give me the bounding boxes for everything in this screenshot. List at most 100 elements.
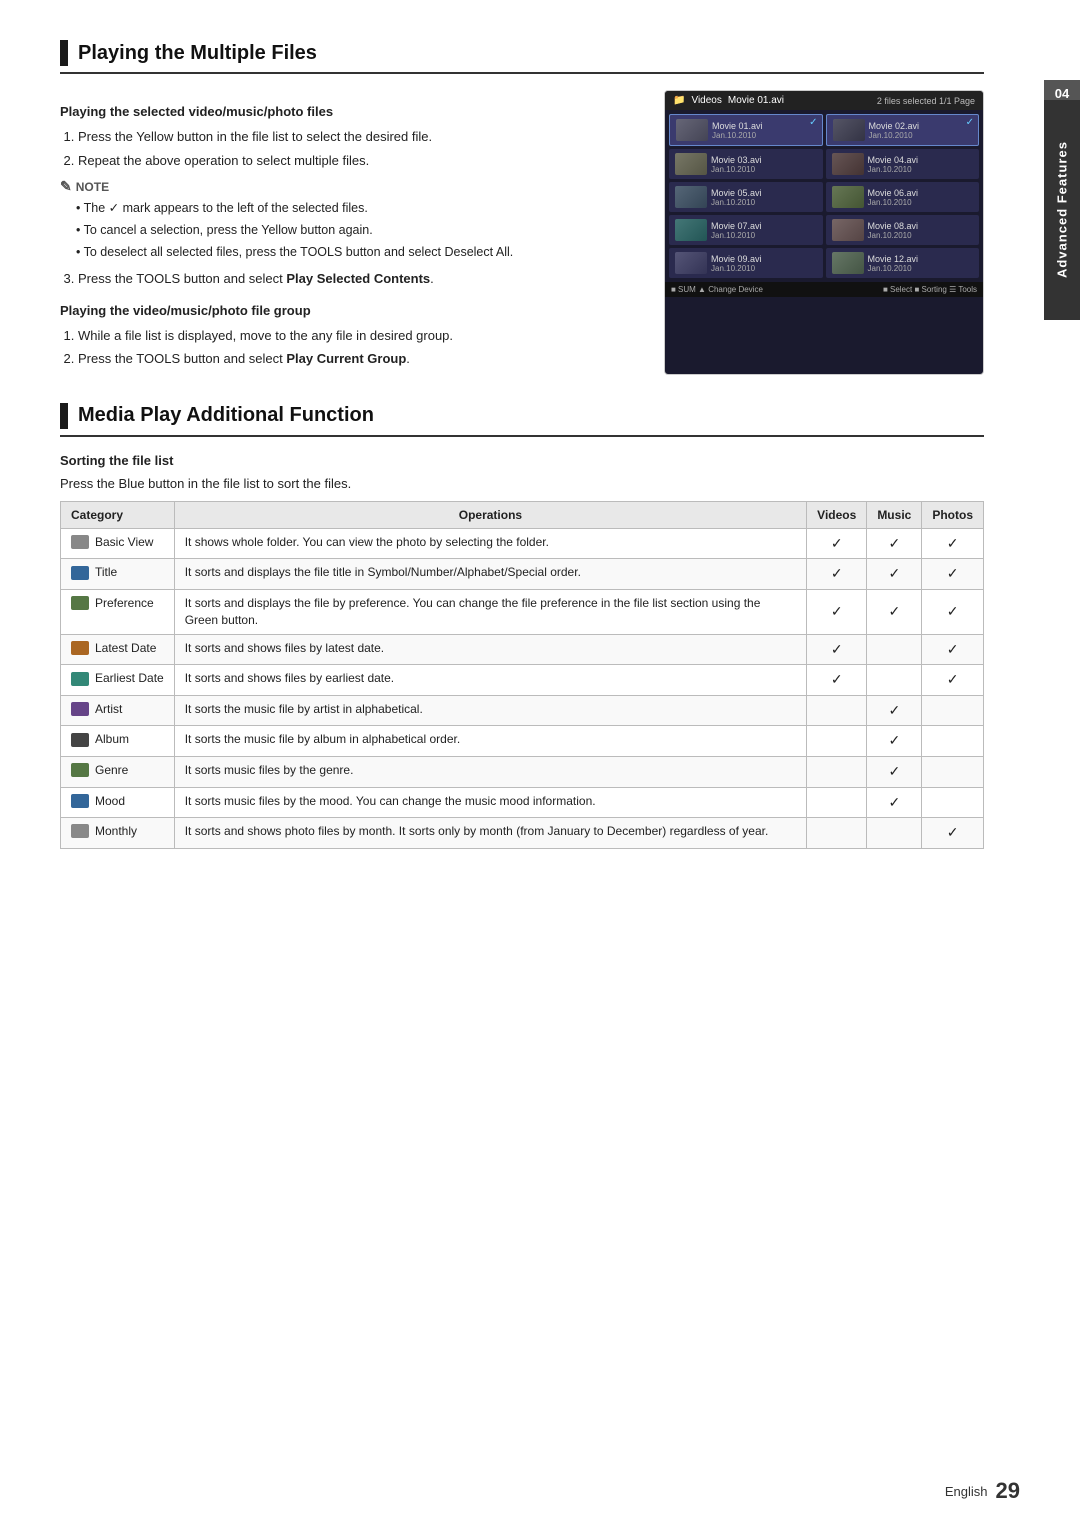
table-row: MonthlyIt sorts and shows photo files by… [61, 818, 984, 849]
panel-thumb-0 [676, 119, 708, 141]
panel-cell-info-8: Movie 09.avi Jan.10.2010 [711, 254, 817, 273]
section2-bar [60, 403, 68, 429]
section1-content: Playing the selected video/music/photo f… [60, 90, 984, 375]
section1-text: Playing the selected video/music/photo f… [60, 90, 640, 375]
photos-check-7 [922, 756, 984, 787]
operations-cell-8: It sorts music files by the mood. You ca… [174, 787, 806, 818]
note-box: ✎ NOTE The ✓ mark appears to the left of… [60, 178, 640, 261]
table-row: GenreIt sorts music files by the genre.✓ [61, 756, 984, 787]
panel-cell-9: Movie 12.avi Jan.10.2010 [826, 248, 980, 278]
section2-heading: Media Play Additional Function [60, 403, 984, 437]
page-number: 29 [996, 1478, 1020, 1504]
panel-check-1: ✓ [966, 117, 974, 128]
panel-body: Movie 01.avi Jan.10.2010 ✓ Movie 02.avi … [665, 110, 983, 282]
panel-cell-info-4: Movie 05.avi Jan.10.2010 [711, 188, 817, 207]
panel-footer-left: ■ SUM ▲ Change Device [671, 285, 763, 294]
sub2-step2: Press the TOOLS button and select Play C… [78, 349, 640, 369]
note-item-2: To cancel a selection, press the Yellow … [76, 221, 640, 240]
music-check-2: ✓ [867, 589, 922, 634]
category-cell-3: Latest Date [61, 634, 175, 665]
photos-check-1: ✓ [922, 559, 984, 590]
music-check-9 [867, 818, 922, 849]
side-tab-label: Advanced Features [1044, 100, 1080, 320]
panel-cell-info-5: Movie 06.avi Jan.10.2010 [868, 188, 974, 207]
sub1-step1: Press the Yellow button in the file list… [78, 127, 640, 147]
operations-cell-1: It sorts and displays the file title in … [174, 559, 806, 590]
panel-header-left: 📁 Videos Movie 01.avi [673, 95, 784, 106]
table-row: Basic ViewIt shows whole folder. You can… [61, 528, 984, 559]
table-row: Earliest DateIt sorts and shows files by… [61, 665, 984, 696]
operations-cell-9: It sorts and shows photo files by month.… [174, 818, 806, 849]
panel-cell-1: Movie 02.avi Jan.10.2010 ✓ [826, 114, 980, 146]
operations-cell-5: It sorts the music file by artist in alp… [174, 695, 806, 726]
section1-heading: Playing the Multiple Files [60, 40, 984, 74]
category-cell-6: Album [61, 726, 175, 757]
panel-thumb-8 [675, 252, 707, 274]
panel-thumb-4 [675, 186, 707, 208]
table-row: AlbumIt sorts the music file by album in… [61, 726, 984, 757]
videos-check-8 [807, 787, 867, 818]
category-cell-2: Preference [61, 589, 175, 634]
col-photos: Photos [922, 501, 984, 528]
panel-cell-7: Movie 08.avi Jan.10.2010 [826, 215, 980, 245]
videos-check-9 [807, 818, 867, 849]
panel-thumb-1 [833, 119, 865, 141]
panel-cell-info-1: Movie 02.avi Jan.10.2010 [869, 121, 973, 140]
photos-check-3: ✓ [922, 634, 984, 665]
panel-cell-6: Movie 07.avi Jan.10.2010 [669, 215, 823, 245]
panel-cell-info-0: Movie 01.avi Jan.10.2010 [712, 121, 816, 140]
music-check-3 [867, 634, 922, 665]
category-cell-1: Title [61, 559, 175, 590]
photos-check-8 [922, 787, 984, 818]
sub1-heading: Playing the selected video/music/photo f… [60, 104, 640, 119]
panel-thumb-3 [832, 153, 864, 175]
category-cell-7: Genre [61, 756, 175, 787]
operations-cell-6: It sorts the music file by album in alph… [174, 726, 806, 757]
music-check-0: ✓ [867, 528, 922, 559]
panel-cell-info-3: Movie 04.avi Jan.10.2010 [868, 155, 974, 174]
sorting-heading: Sorting the file list [60, 453, 984, 468]
music-check-8: ✓ [867, 787, 922, 818]
panel-thumb-9 [832, 252, 864, 274]
col-videos: Videos [807, 501, 867, 528]
panel-check-0: ✓ [809, 117, 817, 128]
sub2-heading: Playing the video/music/photo file group [60, 303, 640, 318]
sorting-description: Press the Blue button in the file list t… [60, 476, 984, 491]
videos-check-7 [807, 756, 867, 787]
panel-icon: 📁 [673, 95, 685, 106]
panel-file-name: Movie 01.avi [728, 95, 784, 106]
category-cell-8: Mood [61, 787, 175, 818]
sub2-steps: While a file list is displayed, move to … [78, 326, 640, 369]
videos-check-1: ✓ [807, 559, 867, 590]
operations-cell-7: It sorts music files by the genre. [174, 756, 806, 787]
note-item-1: The ✓ mark appears to the left of the se… [76, 199, 640, 218]
photos-check-2: ✓ [922, 589, 984, 634]
panel-thumb-7 [832, 219, 864, 241]
table-row: Latest DateIt sorts and shows files by l… [61, 634, 984, 665]
panel-cell-2: Movie 03.avi Jan.10.2010 [669, 149, 823, 179]
videos-check-4: ✓ [807, 665, 867, 696]
music-check-1: ✓ [867, 559, 922, 590]
panel-cell-info-6: Movie 07.avi Jan.10.2010 [711, 221, 817, 240]
table-row: PreferenceIt sorts and displays the file… [61, 589, 984, 634]
panel-header-right: 2 files selected 1/1 Page [877, 96, 975, 106]
sub1-step2: Repeat the above operation to select mul… [78, 151, 640, 171]
panel-header: 📁 Videos Movie 01.avi 2 files selected 1… [665, 91, 983, 110]
photos-check-6 [922, 726, 984, 757]
note-item-3: To deselect all selected files, press th… [76, 243, 640, 262]
sort-table: Category Operations Videos Music Photos … [60, 501, 984, 849]
page-footer: English 29 [945, 1478, 1020, 1504]
music-check-4 [867, 665, 922, 696]
panel-cell-info-9: Movie 12.avi Jan.10.2010 [868, 254, 974, 273]
panel-cell-5: Movie 06.avi Jan.10.2010 [826, 182, 980, 212]
section2-title: Media Play Additional Function [78, 404, 374, 427]
panel-grid: Movie 01.avi Jan.10.2010 ✓ Movie 02.avi … [669, 114, 979, 278]
photos-check-5 [922, 695, 984, 726]
category-cell-5: Artist [61, 695, 175, 726]
note-icon: ✎ [60, 178, 72, 195]
section2: Media Play Additional Function Sorting t… [60, 403, 984, 849]
operations-cell-2: It sorts and displays the file by prefer… [174, 589, 806, 634]
sub1-steps: Press the Yellow button in the file list… [78, 127, 640, 170]
category-cell-9: Monthly [61, 818, 175, 849]
panel-thumb-2 [675, 153, 707, 175]
